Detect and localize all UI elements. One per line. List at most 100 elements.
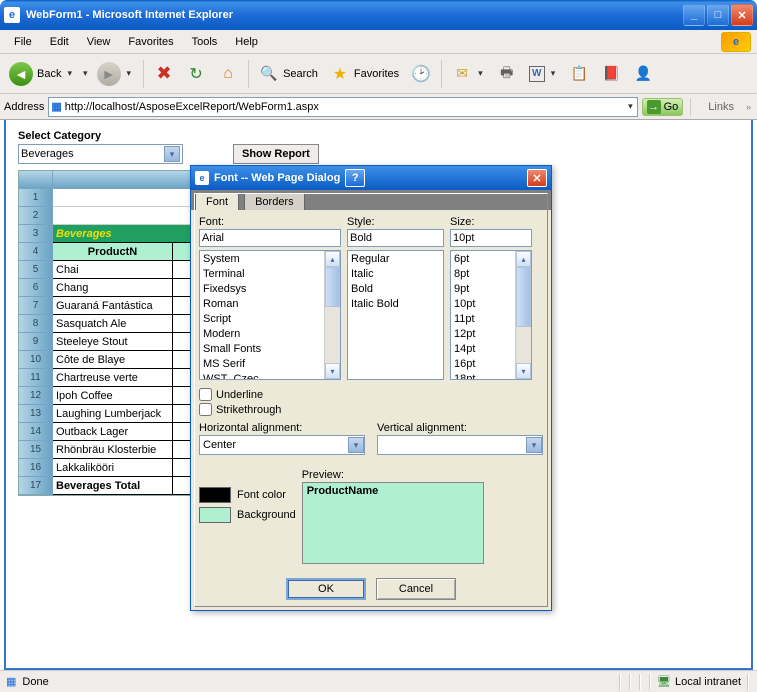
cell[interactable]: Steeleye Stout [53, 333, 173, 351]
menu-view[interactable]: View [79, 34, 119, 50]
cell[interactable]: Ipoh Coffee [53, 387, 173, 405]
menu-file[interactable]: File [6, 34, 40, 50]
maximize-button[interactable]: □ [707, 4, 729, 26]
menu-help[interactable]: Help [227, 34, 266, 50]
list-item[interactable]: Script [200, 312, 340, 327]
style-input[interactable] [347, 229, 444, 247]
messenger-button[interactable]: 👤 [628, 61, 658, 87]
dialog-help-button[interactable]: ? [345, 169, 365, 187]
row-header[interactable]: 9 [19, 333, 53, 351]
refresh-button[interactable]: ↻ [181, 61, 211, 87]
chevron-down-icon: ▾ [348, 437, 364, 453]
size-listbox[interactable]: 6pt8pt9pt10pt11pt12pt14pt16pt18pt▴▾ [450, 250, 532, 380]
cell[interactable]: Rhönbräu Klosterbie [53, 441, 173, 459]
close-button[interactable]: ✕ [731, 4, 753, 26]
list-item[interactable]: WST_Czec [200, 372, 340, 380]
list-item[interactable]: Small Fonts [200, 342, 340, 357]
row-header[interactable]: 11 [19, 369, 53, 387]
cell[interactable]: ProductN [53, 243, 173, 261]
show-report-button[interactable]: Show Report [233, 144, 319, 164]
row-header[interactable]: 17 [19, 477, 53, 495]
cell[interactable]: Guaraná Fantástica [53, 297, 173, 315]
forward-button[interactable]: ► ▾ [92, 59, 139, 89]
dialog-titlebar[interactable]: e Font -- Web Page Dialog ? ✕ [191, 166, 551, 190]
row-header[interactable]: 16 [19, 459, 53, 477]
cell[interactable]: Lakkalikööri [53, 459, 173, 477]
url-input[interactable] [65, 101, 626, 113]
chevron-right-icon[interactable]: » [744, 102, 753, 112]
list-item[interactable]: Roman [200, 297, 340, 312]
list-item[interactable]: Bold [348, 282, 443, 297]
back-button[interactable]: ◄ Back ▾ [4, 59, 79, 89]
address-input-wrap[interactable]: ▦ ▾ [48, 97, 637, 117]
cell[interactable]: Outback Lager [53, 423, 173, 441]
row-header[interactable]: 2 [19, 207, 53, 225]
font-input[interactable] [199, 229, 341, 247]
row-header[interactable]: 5 [19, 261, 53, 279]
stop-icon: ✖ [154, 64, 174, 84]
cancel-button[interactable]: Cancel [376, 578, 456, 600]
dialog-close-button[interactable]: ✕ [527, 169, 547, 187]
row-header[interactable]: 12 [19, 387, 53, 405]
cell[interactable]: Côte de Blaye [53, 351, 173, 369]
list-item[interactable]: Fixedsys [200, 282, 340, 297]
row-header[interactable]: 1 [19, 189, 53, 207]
chevron-down-icon[interactable]: ▾ [626, 101, 635, 112]
underline-checkbox[interactable]: Underline [199, 388, 543, 401]
mail-button[interactable]: ✉▾ [447, 61, 490, 87]
halign-select[interactable]: Center▾ [199, 435, 365, 455]
valign-select[interactable]: ▾ [377, 435, 543, 455]
row-header[interactable]: 14 [19, 423, 53, 441]
list-item[interactable]: MS Serif [200, 357, 340, 372]
links-label[interactable]: Links [698, 101, 740, 113]
cell[interactable]: Laughing Lumberjack [53, 405, 173, 423]
search-label: Search [283, 68, 318, 80]
cell[interactable]: Sasquatch Ale [53, 315, 173, 333]
cell[interactable]: Chang [53, 279, 173, 297]
stop-button[interactable]: ✖ [149, 61, 179, 87]
home-button[interactable]: ⌂ [213, 61, 243, 87]
minimize-button[interactable]: _ [683, 4, 705, 26]
row-header[interactable]: 4 [19, 243, 53, 261]
font-listbox[interactable]: SystemTerminalFixedsysRomanScriptModernS… [199, 250, 341, 380]
research-button[interactable]: 📕 [596, 61, 626, 87]
font-color-swatch[interactable]: Font color [199, 487, 296, 503]
go-button[interactable]: → Go [642, 98, 684, 116]
list-item[interactable]: Modern [200, 327, 340, 342]
category-select[interactable]: Beverages ▾ [18, 144, 183, 164]
strike-checkbox[interactable]: Strikethrough [199, 403, 543, 416]
row-header[interactable]: 7 [19, 297, 53, 315]
zone-text: Local intranet [675, 676, 741, 688]
history-button[interactable]: 🕑 [406, 61, 436, 87]
menu-tools[interactable]: Tools [184, 34, 226, 50]
row-header[interactable]: 6 [19, 279, 53, 297]
cell[interactable]: Beverages Total [53, 477, 173, 495]
row-header[interactable]: 15 [19, 441, 53, 459]
list-item[interactable]: Regular [348, 252, 443, 267]
size-input[interactable] [450, 229, 532, 247]
bg-color-swatch[interactable]: Background [199, 507, 296, 523]
discuss-button[interactable]: 📋 [564, 61, 594, 87]
menu-favorites[interactable]: Favorites [120, 34, 181, 50]
menu-edit[interactable]: Edit [42, 34, 77, 50]
favorites-button[interactable]: ★Favorites [325, 61, 404, 87]
list-item[interactable]: Terminal [200, 267, 340, 282]
tab-borders[interactable]: Borders [244, 193, 305, 210]
row-header[interactable]: 10 [19, 351, 53, 369]
style-listbox[interactable]: RegularItalicBoldItalic Bold [347, 250, 444, 380]
row-header[interactable]: 3 [19, 225, 53, 243]
row-header[interactable]: 8 [19, 315, 53, 333]
search-button[interactable]: 🔍Search [254, 61, 323, 87]
cell[interactable]: Chai [53, 261, 173, 279]
print-button[interactable]: 🖶 [492, 61, 522, 87]
row-header[interactable]: 13 [19, 405, 53, 423]
back-split[interactable]: ▾ [81, 68, 90, 79]
ok-button[interactable]: OK [286, 578, 366, 600]
list-item[interactable]: Italic Bold [348, 297, 443, 312]
list-item[interactable]: Italic [348, 267, 443, 282]
list-item[interactable]: System [200, 252, 340, 267]
edit-button[interactable]: W▾ [524, 63, 563, 85]
grid-corner[interactable] [19, 171, 53, 189]
cell[interactable]: Chartreuse verte [53, 369, 173, 387]
tab-font[interactable]: Font [195, 193, 239, 210]
